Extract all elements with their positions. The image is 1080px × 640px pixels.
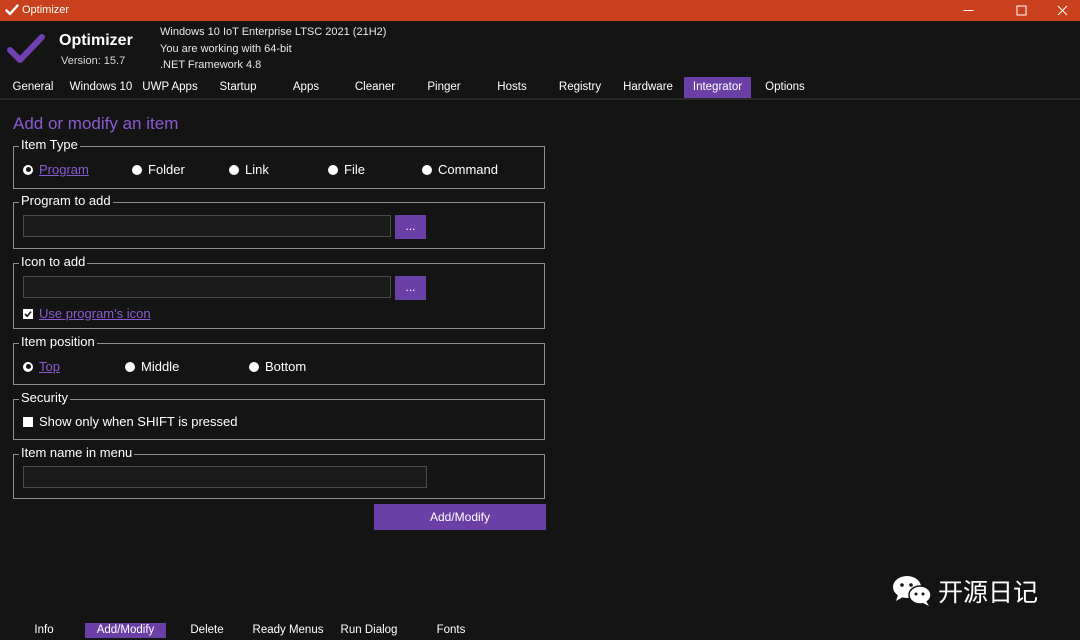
tab-windows-10[interactable]: Windows 10	[66, 77, 136, 98]
tab-general[interactable]: General	[6, 77, 60, 98]
use-program-icon-label: Use program's icon	[39, 306, 151, 321]
program-browse-button[interactable]: ...	[395, 215, 426, 239]
integrator-subtabs: Info Add/Modify Delete Ready Menus Run D…	[0, 621, 1080, 640]
security-group: Security Show only when SHIFT is pressed	[13, 390, 545, 440]
app-header: Optimizer Version: 15.7 Windows 10 IoT E…	[0, 21, 1080, 77]
tab-hardware[interactable]: Hardware	[618, 77, 678, 98]
page-title: Add or modify an item	[13, 114, 179, 133]
close-icon	[1057, 5, 1067, 16]
radio-file-indicator	[328, 164, 338, 175]
radio-command-indicator	[422, 164, 432, 175]
title-bar[interactable]: Optimizer	[0, 0, 1080, 21]
minimize-button[interactable]	[946, 0, 990, 21]
checkbox-unchecked-icon	[23, 416, 33, 427]
shift-only-label: Show only when SHIFT is pressed	[39, 414, 238, 429]
radio-command-label: Command	[438, 162, 498, 177]
radio-link[interactable]: Link	[229, 162, 269, 177]
maximize-button[interactable]	[999, 0, 1043, 21]
radio-file-label: File	[344, 162, 365, 177]
security-legend: Security	[19, 390, 70, 405]
radio-top-indicator	[23, 361, 33, 372]
subtab-add-modify[interactable]: Add/Modify	[85, 623, 166, 638]
tab-cleaner[interactable]: Cleaner	[345, 77, 405, 98]
tab-registry[interactable]: Registry	[550, 77, 610, 98]
program-path-input[interactable]	[23, 215, 391, 237]
logo-checkmark-icon	[7, 34, 45, 63]
radio-middle[interactable]: Middle	[125, 359, 179, 374]
framework-info: .NET Framework 4.8	[160, 59, 262, 71]
radio-folder-label: Folder	[148, 162, 185, 177]
program-legend: Program to add	[19, 193, 113, 208]
radio-program[interactable]: Program	[23, 162, 89, 177]
subtab-fonts[interactable]: Fonts	[426, 623, 476, 638]
shift-only-checkbox[interactable]: Show only when SHIFT is pressed	[23, 414, 237, 429]
maximize-icon	[1016, 5, 1026, 16]
tab-pinger[interactable]: Pinger	[414, 77, 474, 98]
radio-top-label: Top	[39, 359, 60, 374]
wechat-icon	[893, 576, 932, 606]
radio-bottom-label: Bottom	[265, 359, 307, 374]
arch-info: You are working with 64-bit	[160, 43, 292, 55]
window-title: Optimizer	[22, 4, 70, 16]
radio-program-indicator	[23, 164, 33, 175]
main-tabs: General Windows 10 UWP Apps Startup Apps…	[0, 77, 1080, 98]
radio-middle-indicator	[125, 361, 135, 372]
use-program-icon-checkbox[interactable]: Use program's icon	[23, 306, 151, 321]
tab-integrator[interactable]: Integrator	[684, 77, 751, 98]
radio-program-label: Program	[39, 162, 89, 177]
radio-folder-indicator	[132, 164, 142, 175]
app-name: Optimizer	[59, 32, 133, 49]
icon-browse-button[interactable]: ...	[395, 276, 426, 300]
subtab-info[interactable]: Info	[22, 623, 66, 638]
wechat-watermark: 开源日记	[890, 573, 1038, 609]
radio-bottom[interactable]: Bottom	[249, 359, 306, 374]
icon-legend: Icon to add	[19, 254, 88, 269]
tab-options[interactable]: Options	[756, 77, 814, 98]
radio-middle-label: Middle	[141, 359, 180, 374]
subtab-run-dialog[interactable]: Run Dialog	[334, 623, 404, 638]
item-position-group: Item position Top Middle Bottom	[13, 334, 545, 385]
item-type-group: Item Type Program Folder Link File Comma…	[13, 137, 545, 189]
subtab-delete[interactable]: Delete	[180, 623, 234, 638]
radio-folder[interactable]: Folder	[132, 162, 185, 177]
tabs-divider	[0, 98, 1080, 100]
item-position-legend: Item position	[19, 334, 97, 349]
add-modify-button[interactable]: Add/Modify	[374, 504, 546, 530]
item-name-group: Item name in menu	[13, 445, 545, 499]
subtab-ready-menus[interactable]: Ready Menus	[248, 623, 328, 638]
checkbox-checked-icon	[23, 308, 33, 319]
os-info: Windows 10 IoT Enterprise LTSC 2021 (21H…	[160, 26, 387, 38]
radio-link-indicator	[229, 164, 239, 175]
tab-startup[interactable]: Startup	[208, 77, 268, 98]
radio-top[interactable]: Top	[23, 359, 60, 374]
icon-path-input[interactable]	[23, 276, 391, 298]
minimize-icon	[963, 10, 973, 11]
item-name-input[interactable]	[23, 466, 427, 488]
radio-link-label: Link	[245, 162, 269, 177]
radio-file[interactable]: File	[328, 162, 365, 177]
icon-group: Icon to add ... Use program's icon	[13, 254, 545, 329]
app-version: Version: 15.7	[61, 55, 126, 67]
close-button[interactable]	[1040, 0, 1080, 21]
radio-command[interactable]: Command	[422, 162, 498, 177]
tab-uwp-apps[interactable]: UWP Apps	[138, 77, 202, 98]
checkmark-icon	[5, 4, 19, 16]
watermark-text: 开源日记	[938, 578, 1039, 607]
item-type-legend: Item Type	[19, 137, 80, 152]
item-name-legend: Item name in menu	[19, 445, 135, 460]
tab-hosts[interactable]: Hosts	[482, 77, 542, 98]
tab-apps[interactable]: Apps	[276, 77, 336, 98]
program-group: Program to add ...	[13, 193, 545, 249]
radio-bottom-indicator	[249, 361, 259, 372]
